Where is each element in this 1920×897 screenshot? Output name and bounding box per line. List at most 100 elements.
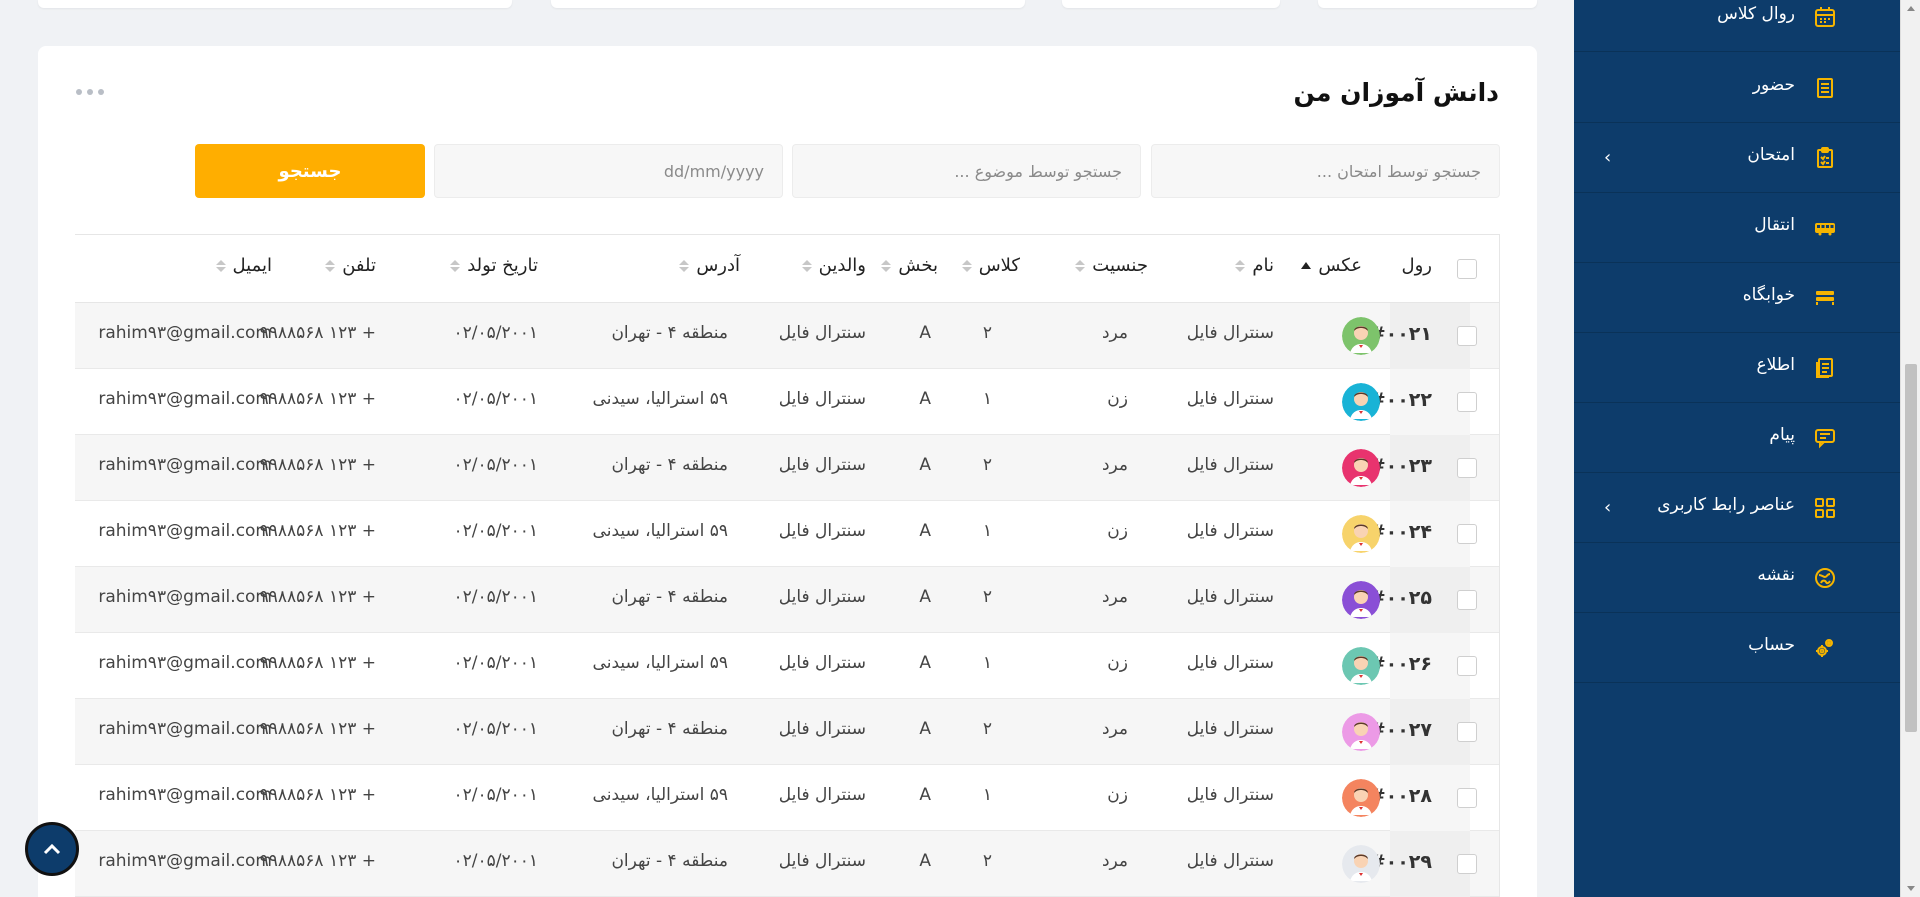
search-button[interactable]: جستجو bbox=[195, 144, 425, 198]
table-row[interactable]: #۰۰۲۱ سنترال فایل مرد ۲ A سنترال فایل منطقه ۴ … bbox=[75, 303, 1499, 369]
student-birth-date: ۰۲/۰۵/۲۰۰۱ bbox=[453, 455, 538, 475]
sidebar-item-label: حساب bbox=[1748, 635, 1795, 655]
sidebar-item-account[interactable]: حساب bbox=[1574, 613, 1900, 683]
column-header-class[interactable]: کلاس bbox=[961, 255, 1020, 276]
student-email: rahim۹۳@gmail.com bbox=[98, 785, 272, 805]
scroll-down-arrow-icon[interactable] bbox=[1907, 886, 1915, 891]
sort-icon bbox=[450, 259, 461, 272]
student-section: A bbox=[919, 785, 931, 805]
sidebar-item-messages[interactable]: پیام bbox=[1574, 403, 1900, 473]
table-row[interactable]: #۰۰۲۳ سنترال فایل مرد ۲ A سنترال فایل منطقه ۴ … bbox=[75, 435, 1499, 501]
column-header-email[interactable]: ایمیل bbox=[215, 255, 272, 276]
table-row[interactable]: #۰۰۲۲ سنترال فایل زن ۱ A سنترال فایل ۵۹ استرال… bbox=[75, 369, 1499, 435]
student-address: ۵۹ استرالیا، سیدنی bbox=[592, 521, 728, 541]
student-avatar bbox=[1342, 845, 1380, 883]
students-card: دانش آموزان من جستجو رول عکس نام جنسیت bbox=[38, 46, 1537, 897]
table-row[interactable]: #۰۰۲۵ سنترال فایل مرد ۲ A سنترال فایل منطقه ۴ … bbox=[75, 567, 1499, 633]
sidebar-item-label: روال کلاس bbox=[1717, 4, 1795, 24]
table-row[interactable]: #۰۰۲۹ سنترال فایل مرد ۲ A سنترال فایل منطقه ۴ … bbox=[75, 831, 1499, 897]
table-row[interactable]: #۰۰۲۷ سنترال فایل مرد ۲ A سنترال فایل منطقه ۴ … bbox=[75, 699, 1499, 765]
map-icon bbox=[1815, 568, 1835, 588]
grid-icon bbox=[1815, 498, 1835, 518]
sidebar-item-label: امتحان bbox=[1747, 145, 1795, 165]
row-checkbox[interactable] bbox=[1457, 656, 1477, 676]
row-checkbox[interactable] bbox=[1457, 458, 1477, 478]
column-header-label: بخش bbox=[898, 255, 938, 276]
column-header-label: والدین bbox=[818, 255, 866, 276]
sidebar-item-label: عناصر رابط کاربری bbox=[1657, 495, 1795, 515]
chevron-left-icon: ‹ bbox=[1604, 147, 1612, 168]
column-header-parents[interactable]: والدین bbox=[801, 255, 866, 276]
sidebar-item-attendance[interactable]: حضور bbox=[1574, 53, 1900, 123]
chevron-left-icon: ‹ bbox=[1604, 497, 1612, 518]
row-checkbox[interactable] bbox=[1457, 722, 1477, 742]
student-email: rahim۹۳@gmail.com bbox=[98, 653, 272, 673]
back-to-top-button[interactable] bbox=[25, 822, 79, 876]
sidebar-item-label: حضور bbox=[1752, 75, 1795, 95]
table-row[interactable]: #۰۰۲۴ سنترال فایل زن ۱ A سنترال فایل ۵۹ استرال… bbox=[75, 501, 1499, 567]
column-header-birth-date[interactable]: تاریخ تولد bbox=[450, 255, 538, 276]
sidebar-item-notice[interactable]: اطلاع bbox=[1574, 333, 1900, 403]
sidebar-item-label: اطلاع bbox=[1756, 355, 1795, 375]
student-parents: سنترال فایل bbox=[778, 851, 866, 871]
student-gender: مرد bbox=[1101, 587, 1128, 607]
column-header-gender[interactable]: جنسیت bbox=[1075, 255, 1148, 276]
student-phone: + ۱۲۳ ۹۹۸۸۵۶۸ bbox=[259, 521, 376, 541]
column-header-name[interactable]: نام bbox=[1235, 255, 1274, 276]
student-parents: سنترال فایل bbox=[778, 455, 866, 475]
card-title: دانش آموزان من bbox=[1293, 78, 1499, 107]
student-phone: + ۱۲۳ ۹۹۸۸۵۶۸ bbox=[259, 323, 376, 343]
student-parents: سنترال فایل bbox=[778, 653, 866, 673]
column-header-roll[interactable]: رول bbox=[1402, 255, 1432, 276]
students-table: رول عکس نام جنسیت کلاس بخش والدین آدرس ت… bbox=[75, 234, 1500, 897]
sidebar-item-dormitory[interactable]: خوابگاه bbox=[1574, 263, 1900, 333]
subject-search-input[interactable] bbox=[792, 144, 1141, 198]
row-checkbox[interactable] bbox=[1457, 392, 1477, 412]
row-checkbox[interactable] bbox=[1457, 854, 1477, 874]
sidebar-item-class-routine[interactable]: روال کلاس bbox=[1574, 0, 1900, 52]
column-header-label: جنسیت bbox=[1092, 255, 1148, 276]
sidebar-item-exam[interactable]: امتحان ‹ bbox=[1574, 123, 1900, 193]
student-class: ۱ bbox=[982, 653, 992, 673]
student-avatar bbox=[1342, 383, 1380, 421]
sidebar-item-transport[interactable]: انتقال bbox=[1574, 193, 1900, 263]
student-phone: + ۱۲۳ ۹۹۸۸۵۶۸ bbox=[259, 389, 376, 409]
student-parents: سنترال فایل bbox=[778, 389, 866, 409]
student-birth-date: ۰۲/۰۵/۲۰۰۱ bbox=[453, 653, 538, 673]
table-row[interactable]: #۰۰۲۶ سنترال فایل زن ۱ A سنترال فایل ۵۹ استرال… bbox=[75, 633, 1499, 699]
row-checkbox[interactable] bbox=[1457, 326, 1477, 346]
table-header: رول عکس نام جنسیت کلاس بخش والدین آدرس ت… bbox=[75, 235, 1499, 303]
student-avatar bbox=[1342, 581, 1380, 619]
row-checkbox[interactable] bbox=[1457, 590, 1477, 610]
exam-search-input[interactable] bbox=[1151, 144, 1500, 198]
sidebar-item-map[interactable]: نقشه bbox=[1574, 543, 1900, 613]
student-name: سنترال فایل bbox=[1186, 389, 1274, 409]
sidebar-item-ui-elements[interactable]: عناصر رابط کاربری ‹ bbox=[1574, 473, 1900, 543]
sort-icon bbox=[215, 259, 226, 272]
student-address: ۵۹ استرالیا، سیدنی bbox=[592, 653, 728, 673]
student-name: سنترال فایل bbox=[1186, 851, 1274, 871]
row-checkbox[interactable] bbox=[1457, 788, 1477, 808]
column-header-label: رول bbox=[1401, 255, 1432, 276]
student-parents: سنترال فایل bbox=[778, 323, 866, 343]
page-scrollbar[interactable] bbox=[1900, 0, 1920, 897]
more-options-icon[interactable] bbox=[76, 86, 112, 98]
sort-icon bbox=[325, 259, 336, 272]
date-input[interactable] bbox=[434, 144, 783, 198]
student-email: rahim۹۳@gmail.com bbox=[98, 389, 272, 409]
column-header-address[interactable]: آدرس bbox=[679, 255, 740, 276]
chat-icon bbox=[1815, 429, 1835, 449]
scroll-up-arrow-icon[interactable] bbox=[1907, 6, 1915, 11]
column-header-photo[interactable]: عکس bbox=[1301, 255, 1362, 276]
student-email: rahim۹۳@gmail.com bbox=[98, 851, 272, 871]
scrollbar-thumb[interactable] bbox=[1905, 364, 1917, 732]
column-header-phone[interactable]: تلفن bbox=[325, 255, 376, 276]
student-phone: + ۱۲۳ ۹۹۸۸۵۶۸ bbox=[259, 455, 376, 475]
column-header-section[interactable]: بخش bbox=[881, 255, 938, 276]
sidebar-item-label: انتقال bbox=[1754, 215, 1795, 235]
student-class: ۲ bbox=[982, 323, 992, 343]
row-checkbox[interactable] bbox=[1457, 524, 1477, 544]
select-all-checkbox[interactable] bbox=[1457, 259, 1477, 279]
student-class: ۱ bbox=[982, 785, 992, 805]
table-row[interactable]: #۰۰۲۸ سنترال فایل زن ۱ A سنترال فایل ۵۹ استرال… bbox=[75, 765, 1499, 831]
